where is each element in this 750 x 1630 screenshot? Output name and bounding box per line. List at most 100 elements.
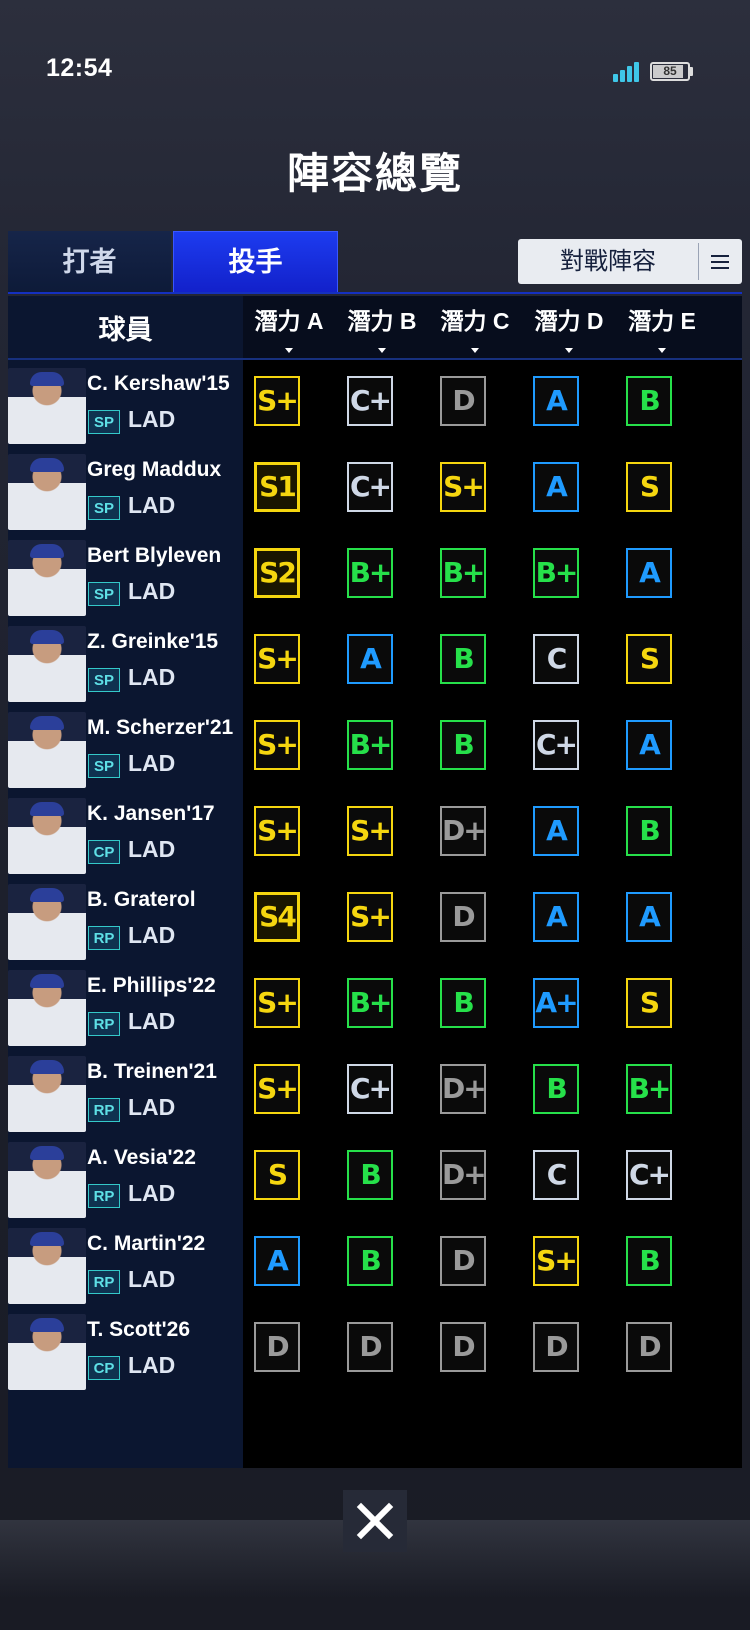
- potential-grade-badge: C+: [626, 1150, 672, 1200]
- position-badge: RP: [88, 926, 120, 950]
- team-label: LAD: [128, 492, 176, 518]
- position-badge: CP: [88, 840, 120, 864]
- table-row[interactable]: C. Kershaw'15 SP LAD S+ C+ D A B: [8, 358, 742, 448]
- potential-grade-badge: A: [626, 548, 672, 598]
- potential-grade-badge: A: [533, 892, 579, 942]
- potential-grade-badge: S+: [347, 892, 393, 942]
- player-portrait: [8, 798, 86, 874]
- column-header-label: 潛力 A: [254, 308, 324, 334]
- potential-grade-badge: A: [626, 892, 672, 942]
- potential-grade-badge: D: [254, 1322, 300, 1372]
- potential-grade-badge: D: [626, 1322, 672, 1372]
- page-title: 陣容總覽: [286, 150, 463, 197]
- potential-grade-badge: B: [347, 1150, 393, 1200]
- potential-grade-badge: D: [533, 1322, 579, 1372]
- sort-arrow-icon: [471, 348, 479, 353]
- sort-arrow-icon: [285, 348, 293, 353]
- potential-grade-badge: A: [533, 806, 579, 856]
- table-row[interactable]: Z. Greinke'15 SP LAD S+ A B C S: [8, 616, 742, 706]
- table-row[interactable]: A. Vesia'22 RP LAD S B D+ C C+: [8, 1132, 742, 1222]
- battery-icon: 85: [650, 62, 690, 81]
- team-label: LAD: [128, 406, 176, 432]
- player-portrait: [8, 540, 86, 616]
- potential-grade-badge: A: [533, 462, 579, 512]
- player-name: K. Jansen'17: [87, 802, 215, 825]
- potential-grade-badge: B: [626, 806, 672, 856]
- potential-grade-badge: S+: [440, 462, 486, 512]
- column-header-4[interactable]: 潛力 D: [523, 302, 615, 353]
- column-header-2[interactable]: 潛力 B: [336, 302, 428, 353]
- potential-grade-badge: D: [440, 892, 486, 942]
- matchup-lineup-button[interactable]: 對戰陣容: [518, 239, 742, 284]
- table-row[interactable]: Bert Blyleven SP LAD S2 B+ B+ B+ A: [8, 530, 742, 620]
- potential-grade-badge: S+: [254, 1064, 300, 1114]
- table-row[interactable]: T. Scott'26 CP LAD D D D D D: [8, 1304, 742, 1394]
- table-row[interactable]: E. Phillips'22 RP LAD S+ B+ B A+ S: [8, 960, 742, 1050]
- potential-grade-badge: C+: [347, 462, 393, 512]
- potential-grade-badge: S+: [254, 978, 300, 1028]
- table-row[interactable]: M. Scherzer'21 SP LAD S+ B+ B C+ A: [8, 702, 742, 792]
- column-header-5[interactable]: 潛力 E: [616, 302, 708, 353]
- potential-grade-badge: S: [254, 1150, 300, 1200]
- player-name: Bert Blyleven: [87, 544, 222, 567]
- position-badge: SP: [88, 496, 120, 520]
- tab-underline: [8, 292, 742, 294]
- close-button[interactable]: [343, 1490, 407, 1552]
- battery-tip: [690, 67, 693, 76]
- column-header-label: 潛力 D: [534, 308, 604, 334]
- column-header-1[interactable]: 潛力 A: [243, 302, 335, 353]
- position-badge: SP: [88, 582, 120, 606]
- potential-grade-badge: C+: [533, 720, 579, 770]
- column-header-3[interactable]: 潛力 C: [429, 302, 521, 353]
- potential-grade-badge: D: [440, 376, 486, 426]
- matchup-lineup-label: 對戰陣容: [560, 248, 656, 275]
- table-row[interactable]: B. Treinen'21 RP LAD S+ C+ D+ B B+: [8, 1046, 742, 1136]
- player-portrait: [8, 884, 86, 960]
- team-label: LAD: [128, 1266, 176, 1292]
- table-row[interactable]: C. Martin'22 RP LAD A B D S+ B: [8, 1218, 742, 1308]
- tab-pitchers[interactable]: 投手: [173, 231, 338, 294]
- potential-grade-badge: C+: [347, 376, 393, 426]
- position-badge: SP: [88, 410, 120, 434]
- potential-grade-badge: D: [440, 1322, 486, 1372]
- player-portrait: [8, 1228, 86, 1304]
- tab-hitters[interactable]: 打者: [8, 231, 171, 294]
- player-portrait: [8, 970, 86, 1046]
- menu-icon[interactable]: [698, 239, 742, 284]
- table-row[interactable]: B. Graterol RP LAD S4 S+ D A A: [8, 874, 742, 964]
- potential-grade-badge: B+: [347, 978, 393, 1028]
- player-name: A. Vesia'22: [87, 1146, 196, 1169]
- potential-grade-badge: D: [440, 1236, 486, 1286]
- player-portrait: [8, 712, 86, 788]
- potential-grade-badge: B: [440, 978, 486, 1028]
- potential-grade-badge: S+: [254, 376, 300, 426]
- potential-grade-badge: B: [626, 1236, 672, 1286]
- potential-grade-badge: A: [347, 634, 393, 684]
- potential-grade-badge: S4: [254, 892, 300, 942]
- potential-grade-badge: C+: [347, 1064, 393, 1114]
- table-row[interactable]: Greg Maddux SP LAD S1 C+ S+ A S: [8, 444, 742, 534]
- position-badge: CP: [88, 1356, 120, 1380]
- potential-grade-badge: A: [533, 376, 579, 426]
- team-label: LAD: [128, 836, 176, 862]
- player-portrait: [8, 626, 86, 702]
- team-label: LAD: [128, 750, 176, 776]
- player-name: M. Scherzer'21: [87, 716, 234, 739]
- table-row[interactable]: K. Jansen'17 CP LAD S+ S+ D+ A B: [8, 788, 742, 878]
- potential-grade-badge: S+: [347, 806, 393, 856]
- sort-arrow-icon: [658, 348, 666, 353]
- potential-grade-badge: D+: [440, 1150, 487, 1200]
- column-header-6[interactable]: 潛: [708, 302, 742, 336]
- player-portrait: [8, 1056, 86, 1132]
- potential-grade-badge: S: [626, 978, 672, 1028]
- potential-grade-badge: D+: [440, 1064, 487, 1114]
- potential-grade-badge: S1: [254, 462, 300, 512]
- potential-grade-badge: B: [440, 720, 486, 770]
- potential-grade-badge: S: [626, 462, 672, 512]
- position-badge: SP: [88, 754, 120, 778]
- potential-grade-badge: C: [533, 1150, 579, 1200]
- player-portrait: [8, 454, 86, 530]
- team-label: LAD: [128, 1180, 176, 1206]
- player-name: B. Treinen'21: [87, 1060, 217, 1083]
- potential-grade-badge: C: [533, 634, 579, 684]
